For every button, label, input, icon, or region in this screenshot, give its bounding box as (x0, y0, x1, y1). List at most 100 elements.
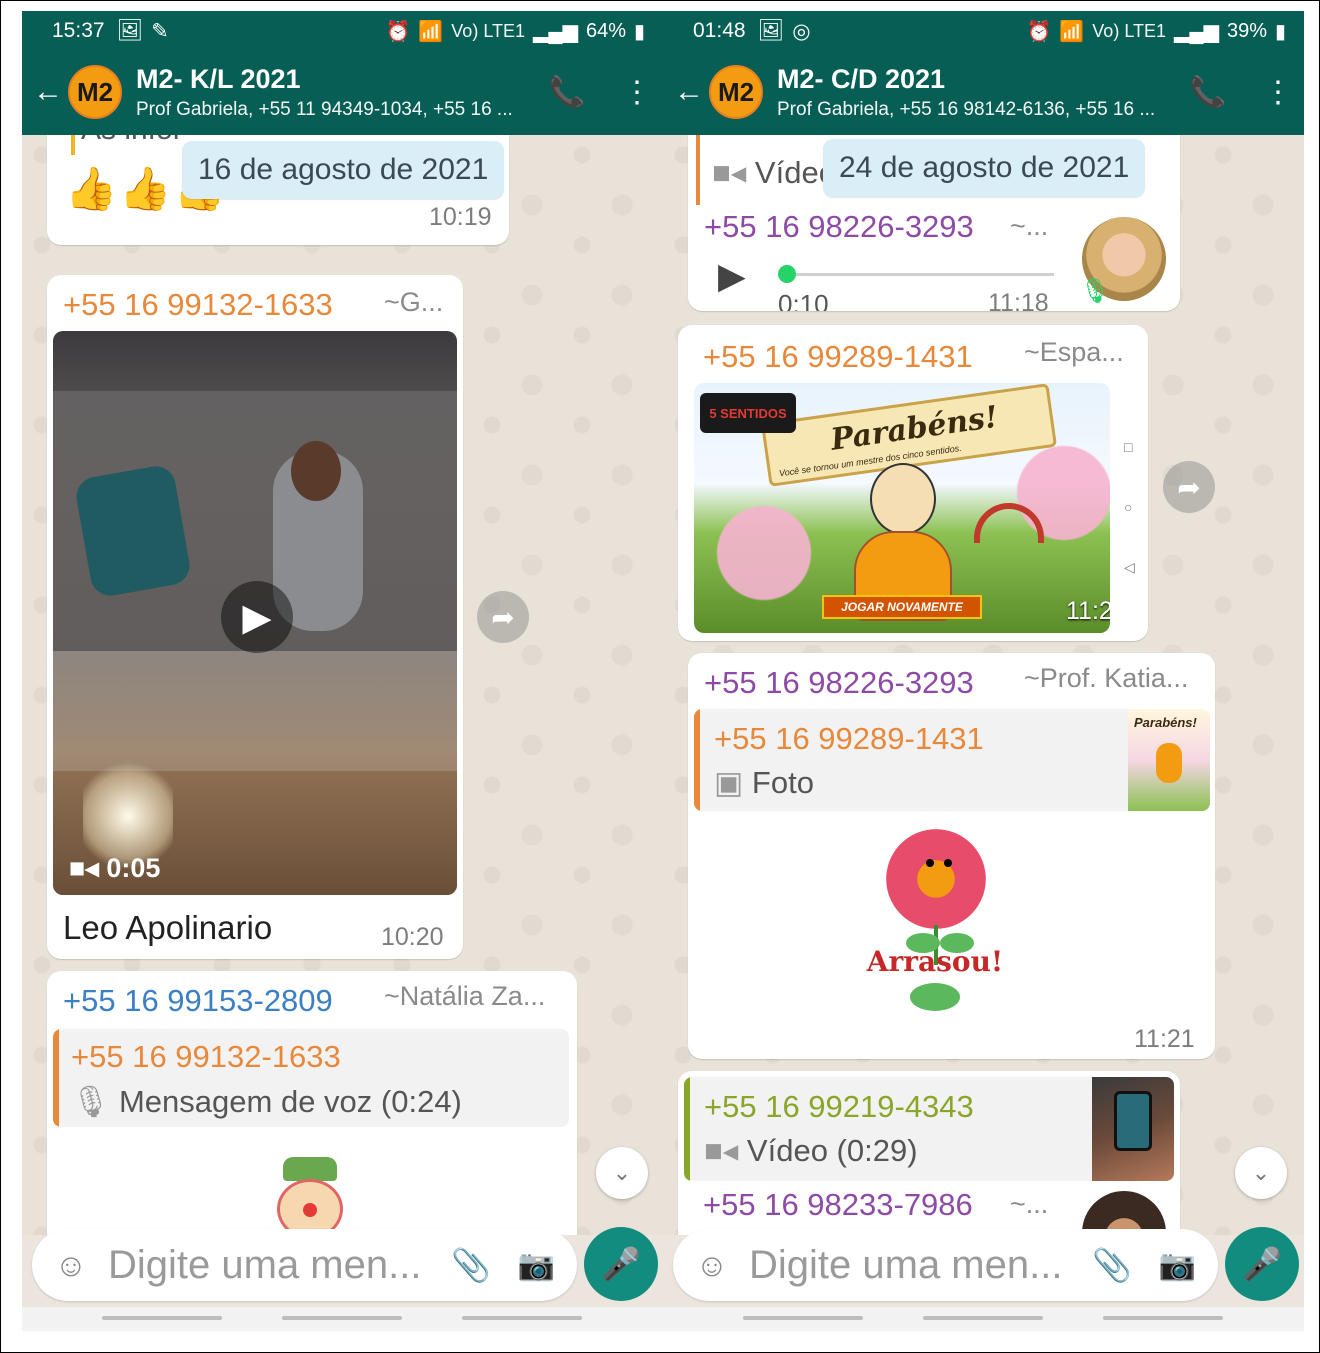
video-camera-icon: ■◂ (712, 155, 747, 190)
battery-percent: 64% (585, 19, 626, 42)
message-input[interactable]: Digite uma men... (749, 1243, 1062, 1288)
message-bubble[interactable]: +55 16 98226-3293 ~Prof. Katia... +55 16… (688, 653, 1215, 1059)
attach-icon[interactable]: 📎 (451, 1246, 491, 1284)
quoted-sender: +55 16 99132-1633 (71, 1039, 341, 1074)
camera-icon[interactable]: 📷 (518, 1248, 555, 1283)
chat-area: As infor 👍👍👍 10:19 16 de agosto de 2021 … (22, 135, 663, 1235)
mic-icon: 🎙 (71, 1084, 111, 1119)
quoted-message[interactable]: +55 16 99219-4343 ■◂ Vídeo (0:29) (684, 1077, 1174, 1181)
nav-square-icon: □ (1124, 439, 1133, 455)
message-bubble[interactable]: +55 16 99132-1633 ~G... ▶ ■◂ 0:05 Leo Ap… (47, 275, 463, 959)
more-options-icon[interactable]: ⋮ (1263, 75, 1293, 110)
more-options-icon[interactable]: ⋮ (622, 75, 652, 110)
mic-icon: 🎤 (1242, 1246, 1282, 1282)
message-time: 10:19 (429, 203, 492, 231)
forward-icon[interactable]: ➦ (477, 591, 529, 643)
add-call-icon[interactable]: 📞 (1189, 75, 1226, 110)
sender-alias: ~G... (384, 287, 444, 317)
voice-progress-handle[interactable] (778, 265, 796, 283)
alarm-icon: ⏰ (385, 20, 411, 43)
message-bubble[interactable]: +55 16 99289-1431 ~Espa... Parabéns! Voc… (678, 325, 1148, 641)
message-time: 11:20 (1066, 597, 1110, 625)
phone-left: 15:37 🖼 ✎ ⏰ 📶 Vo) LTE1 ▂▄▆ 64% ▮ ← M2 M2… (22, 11, 663, 1331)
quoted-sender: +55 16 99289-1431 (714, 721, 984, 756)
message-input[interactable]: Digite uma men... (108, 1243, 421, 1288)
arrasou-sticker[interactable]: Arrasou! (860, 829, 1010, 1015)
gallery-icon: 🖼 (116, 19, 144, 42)
mic-icon: 🎙 (1080, 278, 1111, 305)
message-time: 10:20 (381, 923, 444, 951)
voice-progress-track[interactable] (784, 273, 1054, 276)
sender-phone[interactable]: +55 16 99132-1633 (63, 287, 333, 323)
screenshot-frame: 15:37 🖼 ✎ ⏰ 📶 Vo) LTE1 ▂▄▆ 64% ▮ ← M2 M2… (0, 0, 1320, 1353)
attach-icon[interactable]: 📎 (1092, 1246, 1132, 1284)
message-time: 11:18 (988, 289, 1049, 311)
quoted-text: ▣ Foto (714, 765, 814, 800)
chat-participants: Prof Gabriela, +55 16 98142-6136, +55 16… (777, 98, 1156, 120)
scroll-down-icon[interactable]: ⌄ (1235, 1147, 1287, 1199)
forward-icon[interactable]: ➦ (1163, 461, 1215, 513)
sender-alias: ~Espa... (1024, 337, 1124, 367)
voice-record-button[interactable]: 🎤 (584, 1227, 658, 1301)
chat-header: ← M2 M2- C/D 2021 Prof Gabriela, +55 16 … (663, 49, 1304, 135)
camera-icon[interactable]: 📷 (1159, 1248, 1196, 1283)
message-bubble[interactable]: +55 16 99153-2809 ~Natália Za... +55 16 … (47, 971, 577, 1235)
add-call-icon[interactable]: 📞 (548, 75, 585, 110)
battery-icon: ▮ (633, 20, 645, 43)
play-icon[interactable]: ▶ (221, 581, 293, 653)
quoted-sender: +55 16 99219-4343 (704, 1089, 974, 1124)
wifi-icon: 📶 (418, 20, 444, 43)
quoted-message[interactable]: +55 16 99289-1431 ▣ Foto Parabéns! (694, 709, 1210, 811)
sender-phone[interactable]: +55 16 98226-3293 (704, 665, 974, 701)
message-input-bar[interactable]: ☺ Digite uma men... 📎 📷 (32, 1229, 577, 1301)
date-divider: 16 de agosto de 2021 (182, 141, 505, 199)
emoji-icon[interactable]: ☺ (46, 1247, 96, 1284)
message-input-bar[interactable]: ☺ Digite uma men... 📎 📷 (673, 1229, 1218, 1301)
video-thumbnail[interactable]: ▶ ■◂ 0:05 (53, 331, 457, 895)
back-arrow-icon[interactable]: ← (26, 75, 70, 109)
signal-icon: ▂▄▆ (1174, 20, 1219, 43)
phone-right: 01:48 🖼 ◎ ⏰ 📶 Vo) LTE1 ▂▄▆ 39% ▮ ← M2 M2… (663, 11, 1304, 1331)
sender-phone[interactable]: +55 16 98226-3293 (704, 209, 974, 245)
nav-circle-icon: ○ (1124, 499, 1133, 515)
status-bar: 01:48 🖼 ◎ ⏰ 📶 Vo) LTE1 ▂▄▆ 39% ▮ (663, 11, 1304, 51)
play-icon[interactable]: ▶ (718, 255, 746, 297)
voice-record-button[interactable]: 🎤 (1225, 1227, 1299, 1301)
system-nav-bar (22, 1307, 663, 1331)
sender-phone[interactable]: +55 16 99153-2809 (63, 983, 333, 1019)
back-arrow-icon[interactable]: ← (667, 75, 711, 109)
battery-percent: 39% (1226, 19, 1267, 42)
game-logo: 5 SENTIDOS (700, 393, 796, 433)
chat-title-block[interactable]: M2- C/D 2021 Prof Gabriela, +55 16 98142… (777, 64, 1177, 121)
game-screenshot-image[interactable]: Parabéns! Você se tornou um mestre dos c… (694, 383, 1110, 633)
scroll-down-icon[interactable]: ⌄ (596, 1147, 648, 1199)
group-avatar[interactable]: M2 (709, 65, 763, 119)
gallery-icon: 🖼 (757, 19, 785, 42)
quoted-text: 🎙 Mensagem de voz (0:24) (71, 1084, 462, 1119)
quoted-partial-text: ■◂ Vídeo (712, 155, 836, 190)
quoted-message[interactable]: +55 16 99132-1633 🎙 Mensagem de voz (0:2… (53, 1029, 569, 1127)
sender-phone[interactable]: +55 16 99289-1431 (703, 339, 973, 375)
status-time: 01:48 (693, 19, 746, 42)
chat-area: ■◂ Vídeo +55 16 98226-3293 ~... ▶ 0:10 1… (663, 135, 1304, 1235)
chat-header: ← M2 M2- K/L 2021 Prof Gabriela, +55 11 … (22, 49, 663, 135)
chat-title: M2- C/D 2021 (777, 63, 946, 94)
date-divider: 24 de agosto de 2021 (823, 139, 1146, 197)
video-camera-icon: ■◂ (704, 1133, 739, 1168)
sticker-text: Arrasou! (866, 945, 1004, 978)
sender-phone[interactable]: +55 16 98233-7986 (703, 1187, 973, 1223)
group-avatar[interactable]: M2 (68, 65, 122, 119)
instagram-icon: ◎ (792, 19, 811, 43)
quoted-text: ■◂ Vídeo (0:29) (704, 1133, 918, 1168)
battery-icon: ▮ (1274, 20, 1286, 43)
emoji-icon[interactable]: ☺ (687, 1247, 737, 1284)
message-bubble[interactable]: +55 16 99219-4343 ■◂ Vídeo (0:29) +55 16… (678, 1071, 1180, 1235)
video-camera-icon: ■◂ (69, 853, 107, 883)
clown-sticker[interactable] (263, 1157, 357, 1235)
sender-alias: ~... (1010, 1189, 1049, 1219)
system-nav-bar (663, 1307, 1304, 1331)
status-time: 15:37 (52, 19, 105, 42)
chat-title-block[interactable]: M2- K/L 2021 Prof Gabriela, +55 11 94349… (136, 64, 536, 121)
nav-back-icon: ◁ (1124, 559, 1135, 575)
wifi-icon: 📶 (1059, 20, 1085, 43)
